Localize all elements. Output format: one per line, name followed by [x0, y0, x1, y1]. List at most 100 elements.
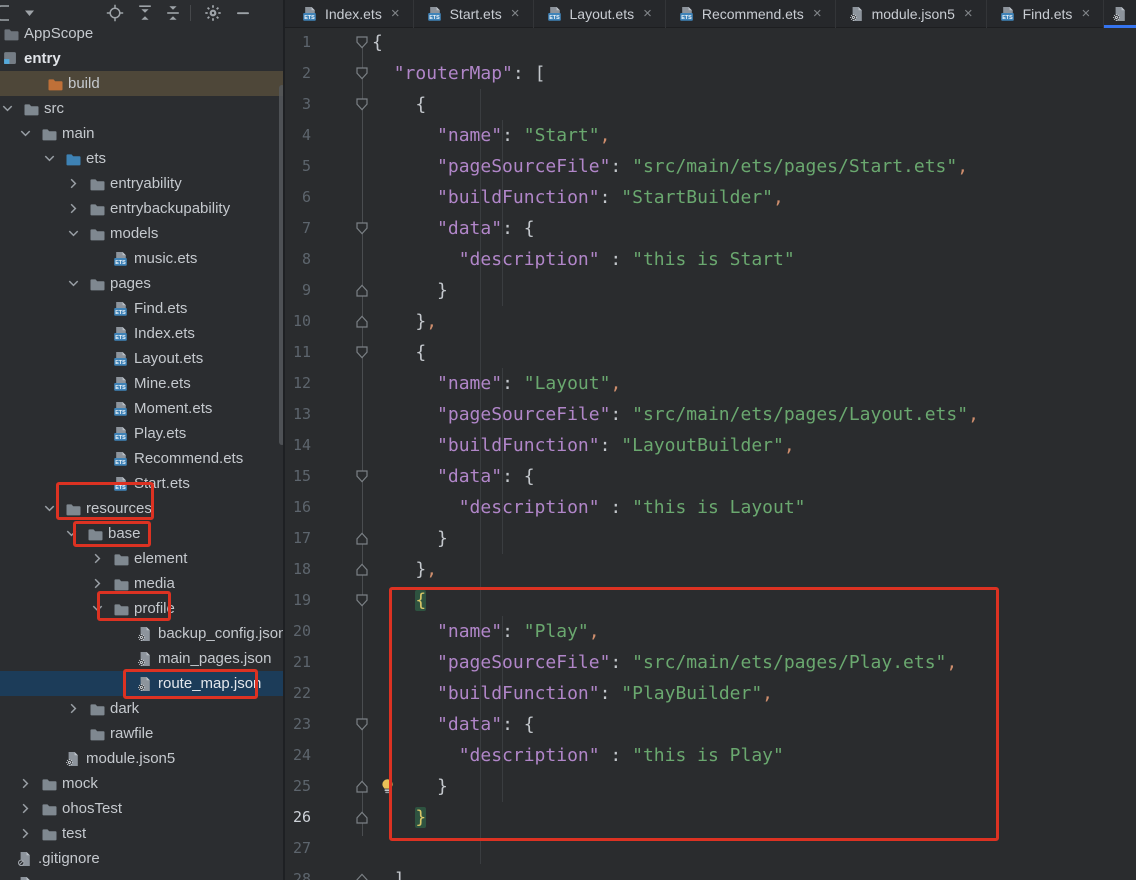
chevron-right-icon[interactable]	[18, 776, 33, 791]
tree-item-base[interactable]: base	[0, 521, 283, 546]
close-tab-icon[interactable]: ×	[511, 7, 520, 21]
tree-item-start-ets[interactable]: ETSStart.ets	[0, 471, 283, 496]
fold-end-icon[interactable]	[356, 284, 368, 297]
line-number-24: 24	[285, 740, 311, 771]
editor-line-19: {	[372, 585, 426, 616]
chevron-down-icon[interactable]	[90, 601, 105, 616]
tree-item-play-ets[interactable]: ETSPlay.ets	[0, 421, 283, 446]
chevron-down-icon[interactable]	[18, 126, 33, 141]
fold-end-icon[interactable]	[356, 811, 368, 824]
panel-icon-clipped[interactable]	[0, 4, 10, 22]
editor-line-14: "buildFunction": "LayoutBuilder",	[372, 430, 795, 461]
fold-end-icon[interactable]	[356, 873, 368, 880]
project-tree[interactable]: AppScopeentrybuildsrcmainetsentryability…	[0, 0, 283, 880]
view-mode-caret-icon[interactable]	[20, 4, 38, 22]
fold-end-icon[interactable]	[356, 315, 368, 328]
folder-dim-icon	[2, 26, 19, 42]
locate-file-icon[interactable]	[106, 4, 124, 22]
chevron-down-icon[interactable]	[42, 501, 57, 516]
tree-item-mine-ets[interactable]: ETSMine.ets	[0, 371, 283, 396]
tab-recommend-ets[interactable]: ETSRecommend.ets×	[666, 0, 836, 28]
svg-text:ETS: ETS	[115, 410, 126, 416]
chevron-right-icon[interactable]	[18, 826, 33, 841]
collapse-all-icon[interactable]	[164, 4, 182, 22]
fold-collapse-icon[interactable]	[356, 36, 368, 49]
chevron-right-icon[interactable]	[18, 801, 33, 816]
tab-find-ets[interactable]: ETSFind.ets×	[987, 0, 1105, 28]
line-number-19: 19	[285, 585, 311, 616]
tree-item-entry[interactable]: entry	[0, 46, 283, 71]
fold-collapse-icon[interactable]	[356, 346, 368, 359]
svg-text:ETS: ETS	[429, 15, 440, 21]
tree-item-find-ets[interactable]: ETSFind.ets	[0, 296, 283, 321]
tree-item-recommend-ets[interactable]: ETSRecommend.ets	[0, 446, 283, 471]
tree-item-pages[interactable]: pages	[0, 271, 283, 296]
tab-start-ets[interactable]: ETSStart.ets×	[414, 0, 534, 28]
tree-item-ets[interactable]: ets	[0, 146, 283, 171]
tree-item-partial[interactable]	[0, 871, 283, 880]
tree-item-layout-ets[interactable]: ETSLayout.ets	[0, 346, 283, 371]
tab-module-json5[interactable]: module.json5×	[836, 0, 987, 28]
expand-all-icon[interactable]	[136, 4, 154, 22]
settings-gear-icon[interactable]	[204, 4, 222, 22]
tree-item-backup-config-json[interactable]: backup_config.json	[0, 621, 283, 646]
fold-collapse-icon[interactable]	[356, 67, 368, 80]
fold-end-icon[interactable]	[356, 780, 368, 793]
tab-r[interactable]: r	[1104, 0, 1136, 28]
close-tab-icon[interactable]: ×	[391, 7, 400, 21]
tab-layout-ets[interactable]: ETSLayout.ets×	[534, 0, 666, 28]
fold-collapse-icon[interactable]	[356, 222, 368, 235]
json-icon	[64, 751, 81, 767]
tree-item-label: Moment.ets	[134, 400, 212, 417]
editor-code-area[interactable]: { "routerMap": [ { "name": "Start", "pag…	[372, 28, 1136, 880]
chevron-down-icon[interactable]	[64, 526, 79, 541]
tree-item-resources[interactable]: resources	[0, 496, 283, 521]
chevron-right-icon[interactable]	[90, 551, 105, 566]
tree-item-ohostest[interactable]: ohosTest	[0, 796, 283, 821]
tree-item-main[interactable]: main	[0, 121, 283, 146]
chevron-right-icon[interactable]	[66, 176, 81, 191]
chevron-right-icon[interactable]	[90, 576, 105, 591]
tree-item-media[interactable]: media	[0, 571, 283, 596]
hide-panel-icon[interactable]	[234, 4, 252, 22]
chevron-down-icon[interactable]	[0, 101, 15, 116]
ets-file-icon: ETS	[679, 6, 695, 22]
tree-item-dark[interactable]: dark	[0, 696, 283, 721]
close-tab-icon[interactable]: ×	[964, 7, 973, 21]
chevron-right-icon[interactable]	[66, 201, 81, 216]
editor-pane[interactable]: 1234567891011121314151617181920212223242…	[285, 28, 1136, 880]
tree-item-gitignore[interactable]: .gitignore	[0, 846, 283, 871]
chevron-down-icon[interactable]	[66, 276, 81, 291]
tree-item-build[interactable]: build	[0, 71, 283, 96]
tree-item-moment-ets[interactable]: ETS Moment.ets	[0, 396, 283, 421]
svg-text:ETS: ETS	[1002, 15, 1013, 21]
tree-item-profile[interactable]: profile	[0, 596, 283, 621]
panel-divider[interactable]	[283, 0, 285, 880]
close-tab-icon[interactable]: ×	[813, 7, 822, 21]
chevron-down-icon[interactable]	[42, 151, 57, 166]
tree-item-main-pages-json[interactable]: main_pages.json	[0, 646, 283, 671]
tree-item-module-json5[interactable]: module.json5	[0, 746, 283, 771]
fold-end-icon[interactable]	[356, 532, 368, 545]
tree-item-route-map-json[interactable]: route_map.json	[0, 671, 283, 696]
fold-collapse-icon[interactable]	[356, 718, 368, 731]
tree-item-src[interactable]: src	[0, 96, 283, 121]
fold-collapse-icon[interactable]	[356, 98, 368, 111]
tree-item-music-ets[interactable]: ETSmusic.ets	[0, 246, 283, 271]
close-tab-icon[interactable]: ×	[643, 7, 652, 21]
fold-end-icon[interactable]	[356, 563, 368, 576]
close-tab-icon[interactable]: ×	[1081, 7, 1090, 21]
tab-index-ets[interactable]: ETSIndex.ets×	[289, 0, 414, 28]
tree-item-index-ets[interactable]: ETSIndex.ets	[0, 321, 283, 346]
fold-collapse-icon[interactable]	[356, 470, 368, 483]
tree-item-element[interactable]: element	[0, 546, 283, 571]
tree-item-rawfile[interactable]: rawfile	[0, 721, 283, 746]
chevron-down-icon[interactable]	[66, 226, 81, 241]
tree-item-entrybackupability[interactable]: entrybackupability	[0, 196, 283, 221]
tree-item-mock[interactable]: mock	[0, 771, 283, 796]
tree-item-test[interactable]: test	[0, 821, 283, 846]
tree-item-models[interactable]: models	[0, 221, 283, 246]
fold-collapse-icon[interactable]	[356, 594, 368, 607]
tree-item-entryability[interactable]: entryability	[0, 171, 283, 196]
chevron-right-icon[interactable]	[66, 701, 81, 716]
